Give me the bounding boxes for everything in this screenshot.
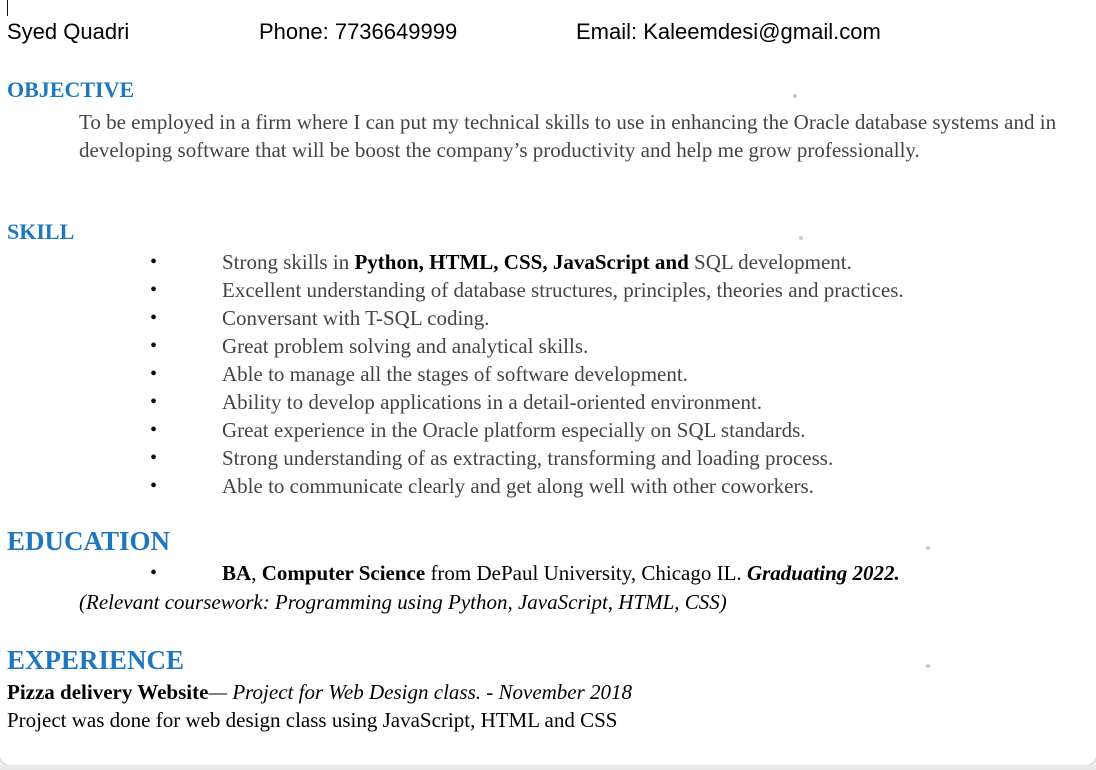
- contact-name: Syed Quadri: [7, 19, 130, 44]
- skill-item-text: Conversant with T-SQL coding.: [222, 306, 490, 330]
- skill-item: • Excellent understanding of database str…: [0, 276, 904, 304]
- skill-heading: SKILL: [7, 219, 75, 244]
- contact-phone: Phone: 7736649999: [259, 19, 458, 44]
- decorative-dot: [926, 664, 930, 668]
- skill-item-text: Great experience in the Oracle platform …: [222, 418, 806, 442]
- skill-item: • Great experience in the Oracle platform…: [0, 416, 904, 444]
- text-cursor: [7, 0, 8, 16]
- skill-item-suffix: SQL development.: [688, 250, 852, 274]
- skill-item-text: Great problem solving and analytical ski…: [222, 334, 589, 358]
- skill-item: • Able to manage all the stages of softwa…: [0, 360, 904, 388]
- contact-email: Email: Kaleemdesi@gmail.com: [576, 19, 881, 44]
- bullet-icon: •: [150, 251, 158, 273]
- experience-project-name: Pizza delivery Website: [7, 680, 209, 704]
- skill-item: • Strong skills in Python, HTML, CSS, Jav…: [0, 248, 904, 276]
- objective-heading: OBJECTIVE: [7, 77, 135, 102]
- bullet-icon: •: [150, 363, 158, 385]
- skill-item-text: Ability to develop applications in a det…: [222, 390, 763, 414]
- bullet-icon: •: [150, 279, 158, 301]
- education-major: Computer Science: [261, 561, 426, 585]
- skill-item: • Able to communicate clearly and get alo…: [0, 472, 904, 500]
- education-coursework: (Relevant coursework: Programming using …: [79, 590, 727, 614]
- experience-description: Project was done for web design class us…: [7, 708, 618, 732]
- experience-project-note: — Project for Web Design class. - Novemb…: [208, 680, 633, 704]
- bullet-icon: •: [150, 447, 158, 469]
- bullet-icon: •: [150, 475, 158, 497]
- skill-item-bold: Python, HTML, CSS, JavaScript and: [354, 250, 689, 274]
- education-school: from DePaul University, Chicago IL.: [425, 561, 747, 585]
- bullet-icon: •: [150, 335, 158, 357]
- decorative-dot: [799, 236, 803, 240]
- skill-item-text: Able to manage all the stages of softwar…: [222, 362, 688, 386]
- experience-entry-title: Pizza delivery Website— Project for Web …: [7, 678, 632, 706]
- education-graduation: Graduating 2022.: [746, 561, 900, 585]
- window-bottom-edge: [0, 765, 1096, 770]
- skill-item: • Great problem solving and analytical sk…: [0, 332, 904, 360]
- skill-item: • Strong understanding of as extracting, …: [0, 444, 904, 472]
- objective-text: To be employed in a firm where I can put…: [79, 110, 1057, 162]
- skill-item-text: Strong understanding of as extracting, t…: [222, 446, 834, 470]
- decorative-dot: [793, 94, 797, 98]
- skill-item-prefix: Strong skills in: [222, 250, 355, 274]
- skill-item: • Ability to develop applications in a de…: [0, 388, 904, 416]
- education-entry: • BA, Computer Science from DePaul Univer…: [0, 559, 900, 587]
- skill-list: • Strong skills in Python, HTML, CSS, Jav…: [0, 248, 904, 500]
- education-degree: BA: [222, 561, 252, 585]
- skill-item-text: Excellent understanding of database stru…: [222, 278, 904, 302]
- education-heading: EDUCATION: [7, 526, 171, 556]
- bullet-icon: •: [150, 307, 158, 329]
- education-separator: ,: [251, 561, 262, 585]
- document-page: Syed Quadri Phone: 7736649999 Email: Kal…: [0, 0, 1096, 765]
- experience-heading: EXPERIENCE: [7, 645, 185, 675]
- bullet-icon: •: [150, 391, 158, 413]
- skill-item-text: Able to communicate clearly and get alon…: [222, 474, 814, 498]
- bullet-icon: •: [150, 419, 158, 441]
- bullet-icon: •: [150, 562, 158, 584]
- skill-item: • Conversant with T-SQL coding.: [0, 304, 904, 332]
- decorative-dot: [926, 546, 930, 550]
